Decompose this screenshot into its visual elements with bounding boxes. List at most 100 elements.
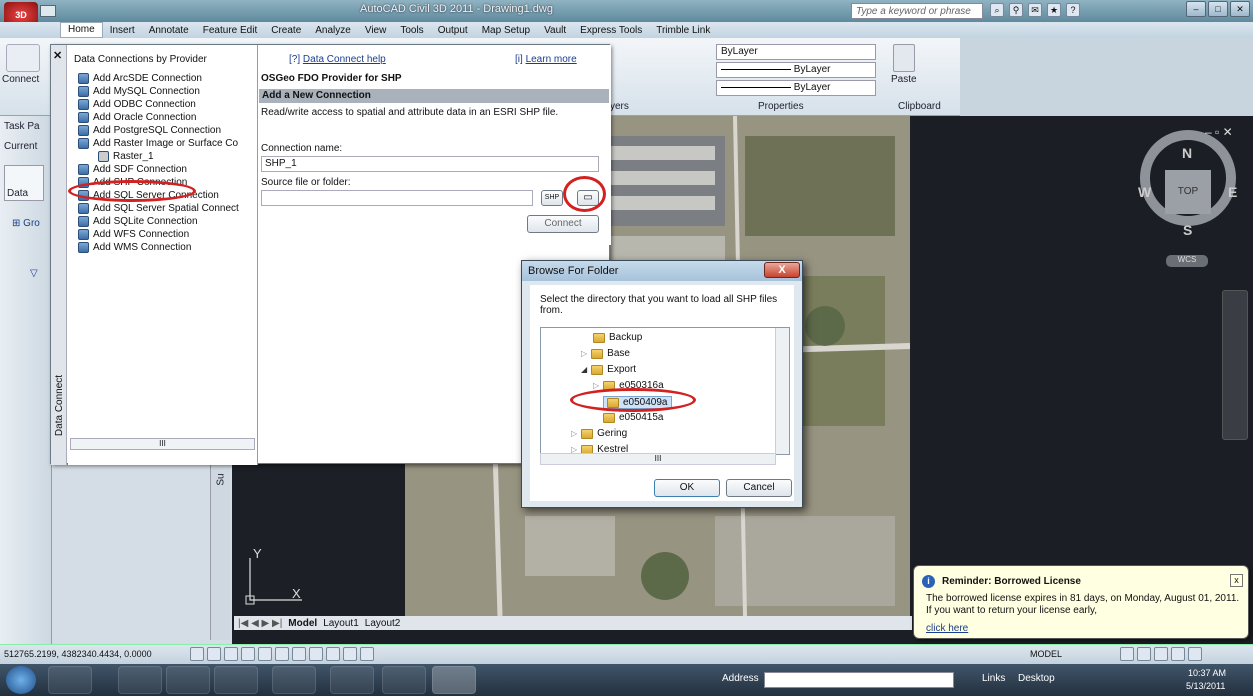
cancel-button[interactable]: Cancel — [726, 479, 792, 497]
media-taskbar-icon[interactable] — [272, 666, 316, 694]
tab-layout1[interactable]: Layout1 — [323, 618, 359, 629]
learn-more-link[interactable]: [i] Learn more — [515, 54, 577, 65]
list-item[interactable]: Add MySQL Connection — [78, 86, 200, 97]
tab-feature-edit[interactable]: Feature Edit — [196, 25, 264, 36]
tree-h-scrollbar[interactable]: III — [540, 453, 776, 465]
tree-scrollbar[interactable] — [775, 328, 789, 454]
tree-node[interactable]: ▷ Base — [581, 348, 630, 359]
compass-s[interactable]: S — [1183, 222, 1192, 238]
list-item[interactable]: Add SQLite Connection — [78, 216, 198, 227]
shp-file-button[interactable]: SHP — [541, 190, 563, 206]
compass-w[interactable]: W — [1138, 184, 1151, 200]
binoculars-icon[interactable]: ⌕ — [990, 3, 1004, 17]
links-toolbar[interactable]: Links — [982, 673, 1005, 684]
tab-vault[interactable]: Vault — [537, 25, 573, 36]
source-input[interactable] — [261, 190, 533, 206]
browse-close-button[interactable]: X — [764, 262, 800, 278]
tab-map-setup[interactable]: Map Setup — [475, 25, 537, 36]
address-input[interactable] — [764, 672, 954, 688]
tab-nav-arrows-icon[interactable]: |◀ ◀ ▶ ▶| — [238, 618, 282, 629]
ok-button[interactable]: OK — [654, 479, 720, 497]
navigation-bar[interactable] — [1222, 290, 1248, 440]
tab-trimble-link[interactable]: Trimble Link — [649, 25, 717, 36]
list-item[interactable]: Add Oracle Connection — [78, 112, 196, 123]
app-taskbar-icon[interactable] — [214, 666, 258, 694]
list-item[interactable]: Add SQL Server Spatial Connect — [78, 203, 239, 214]
list-item[interactable]: Add SDF Connection — [78, 164, 187, 175]
wcs-menu[interactable]: WCS — [1166, 255, 1208, 267]
tab-output[interactable]: Output — [431, 25, 475, 36]
connect-submit-button[interactable]: Connect — [527, 215, 599, 233]
expand-arrow-icon[interactable]: ▷ — [571, 429, 577, 438]
tab-analyze[interactable]: Analyze — [308, 25, 358, 36]
grid-icon[interactable] — [207, 647, 221, 661]
tab-home[interactable]: Home — [60, 22, 103, 38]
license-icon[interactable] — [1171, 647, 1185, 661]
tab-tools[interactable]: Tools — [393, 25, 430, 36]
isolate-icon[interactable] — [1154, 647, 1168, 661]
paste-icon[interactable] — [893, 44, 915, 72]
favorites-star-icon[interactable]: ★ — [1047, 3, 1061, 17]
quick-access-icon[interactable] — [40, 5, 56, 17]
connect-button[interactable] — [6, 44, 40, 72]
help-search-input[interactable]: Type a keyword or phrase — [851, 3, 983, 19]
clock-date[interactable]: 5/13/2011 — [1186, 681, 1225, 691]
compass-e[interactable]: E — [1228, 184, 1237, 200]
hardware-icon[interactable] — [1137, 647, 1151, 661]
dyn-icon[interactable] — [309, 647, 323, 661]
otrack-icon[interactable] — [275, 647, 289, 661]
tree-node[interactable]: Backup — [593, 332, 642, 343]
ortho-icon[interactable] — [224, 647, 238, 661]
tree-node[interactable]: ▷ Gering — [571, 428, 627, 439]
collapse-arrow-icon[interactable]: ◢ — [581, 365, 587, 374]
lineweight-dropdown[interactable]: ByLayer — [716, 80, 876, 96]
minimize-button[interactable]: – — [1186, 1, 1206, 17]
linetype-dropdown[interactable]: ByLayer — [716, 62, 876, 78]
list-item[interactable]: Add ODBC Connection — [78, 99, 196, 110]
list-item[interactable]: Add Raster Image or Surface Co — [78, 138, 238, 149]
model-space-toggle[interactable]: MODEL — [1030, 649, 1062, 659]
autocad-taskbar-icon[interactable] — [432, 666, 476, 694]
calculator-taskbar-icon[interactable] — [382, 666, 426, 694]
desktop-toolbar[interactable]: Desktop — [1018, 673, 1055, 684]
close-window-button[interactable]: ✕ — [1230, 1, 1250, 17]
expand-arrow-icon[interactable]: ▷ — [581, 349, 587, 358]
tab-layout2[interactable]: Layout2 — [365, 618, 401, 629]
close-icon[interactable]: ✕ — [53, 49, 62, 62]
properties-panel-label[interactable]: Properties — [758, 101, 804, 112]
layers-panel-label[interactable]: yers — [610, 101, 629, 112]
chrome-taskbar-icon[interactable] — [118, 666, 162, 694]
compass-n[interactable]: N — [1182, 145, 1192, 161]
tab-annotate[interactable]: Annotate — [142, 25, 196, 36]
ducs-icon[interactable] — [292, 647, 306, 661]
flower-taskbar-icon[interactable] — [330, 666, 374, 694]
list-item[interactable]: Add WMS Connection — [78, 242, 191, 253]
connection-name-input[interactable]: SHP_1 — [261, 156, 599, 172]
tree-node[interactable]: ◢ Export — [581, 364, 636, 375]
expand-arrow-icon[interactable]: ▷ — [593, 381, 599, 390]
balloon-close-button[interactable]: x — [1230, 574, 1243, 587]
clock-time[interactable]: 10:37 AM — [1188, 668, 1226, 678]
expand-arrow-icon[interactable]: ▽ — [30, 268, 38, 279]
list-item[interactable]: Raster_1 — [98, 151, 154, 162]
polar-icon[interactable] — [241, 647, 255, 661]
clean-screen-icon[interactable] — [1188, 647, 1202, 661]
lock-icon[interactable] — [1120, 647, 1134, 661]
snap-icon[interactable] — [190, 647, 204, 661]
list-item[interactable]: Add ArcSDE Connection — [78, 73, 202, 84]
osnap-icon[interactable] — [258, 647, 272, 661]
help-icon[interactable]: ? — [1066, 3, 1080, 17]
explorer-taskbar-icon[interactable] — [166, 666, 210, 694]
tab-insert[interactable]: Insert — [103, 25, 142, 36]
viewcube-top[interactable]: TOP — [1165, 170, 1211, 214]
viewport-controls-icon[interactable]: – ▫ ✕ — [1205, 125, 1233, 139]
communication-icon[interactable]: ✉ — [1028, 3, 1042, 17]
list-item[interactable]: Add WFS Connection — [78, 229, 189, 240]
sc-icon[interactable] — [360, 647, 374, 661]
tab-create[interactable]: Create — [264, 25, 308, 36]
balloon-link[interactable]: click here — [926, 623, 968, 634]
tab-express-tools[interactable]: Express Tools — [573, 25, 649, 36]
ie-taskbar-icon[interactable] — [48, 666, 92, 694]
subscription-icon[interactable]: ⚲ — [1009, 3, 1023, 17]
tree-node[interactable]: e050415a — [603, 412, 664, 423]
